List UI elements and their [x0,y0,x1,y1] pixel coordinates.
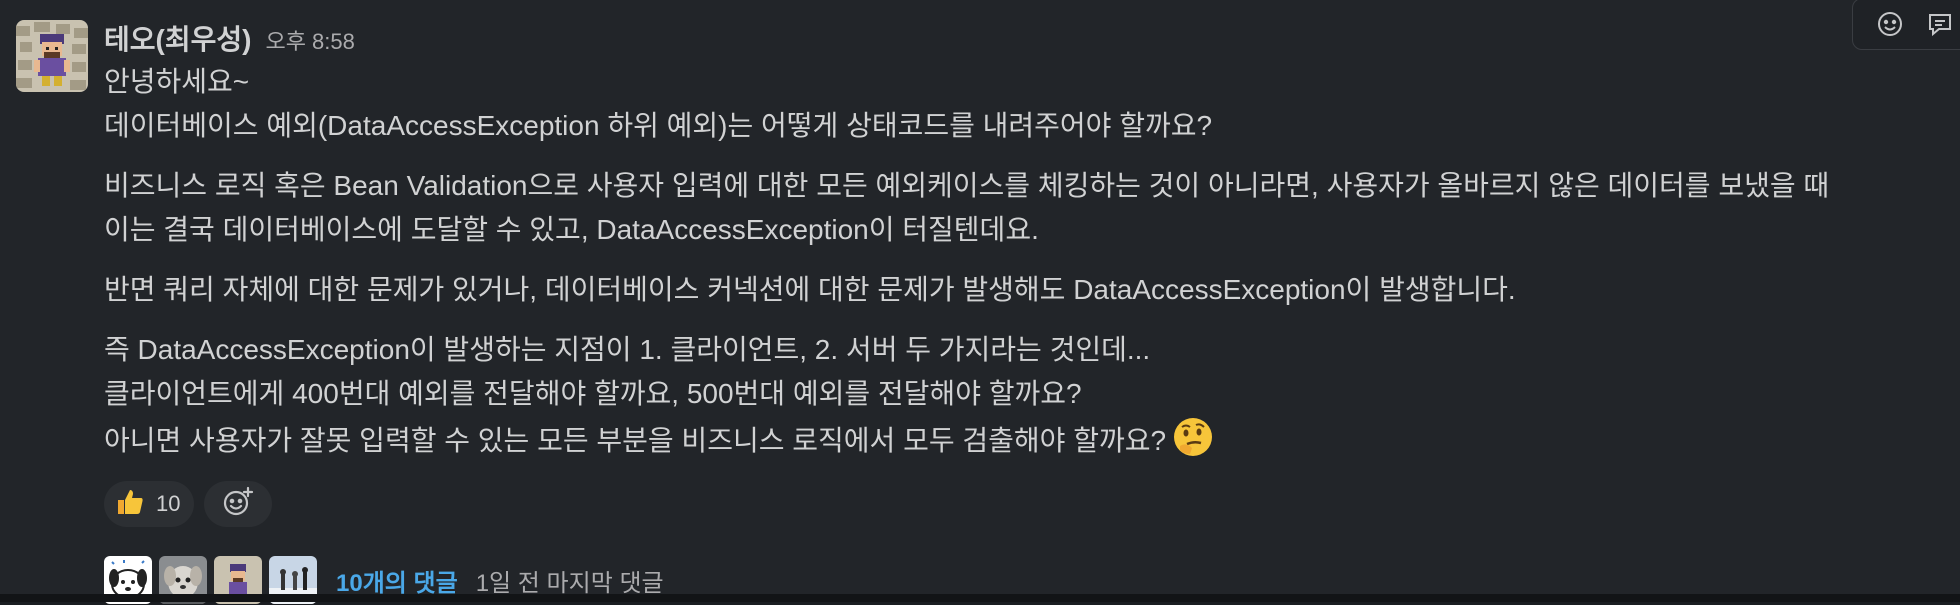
message-line-text: 아니면 사용자가 잘못 입력할 수 있는 모든 부분을 비즈니스 로직에서 모두… [104,425,1167,456]
message-header: 테오(최우성) 오후 8:58 [104,18,1944,60]
add-reaction-button[interactable] [204,481,273,527]
message-line-last: 아니면 사용자가 잘못 입력할 수 있는 모든 부분을 비즈니스 로직에서 모두… [104,416,1944,471]
add-reaction-icon[interactable] [1875,9,1905,44]
avatar[interactable] [16,20,88,92]
thread-replies-link[interactable]: 10개의 댓글 [336,563,458,598]
message-line: 반면 쿼리 자체에 대한 문제가 있거나, 데이터베이스 커넥션에 대한 문제가… [104,274,1516,305]
reaction-thumbs-up[interactable]: 10 [104,481,195,527]
message-actions-toolbar [1852,0,1960,50]
message[interactable]: 테오(최우성) 오후 8:58 안녕하세요~ 데이터베이스 예외(DataAcc… [0,0,1960,604]
timestamp[interactable]: 오후 8:58 [265,24,354,56]
message-content: 테오(최우성) 오후 8:58 안녕하세요~ 데이터베이스 예외(DataAcc… [104,18,1944,605]
message-line: 즉 DataAccessException이 발생하는 지점이 1. 클라이언트… [104,334,1151,365]
reactions-bar: 10 [104,481,1944,527]
reply-in-thread-icon[interactable] [1925,9,1955,44]
author-name[interactable]: 테오(최우성) [104,18,251,58]
reaction-count: 10 [156,491,181,516]
add-emoji-icon [221,485,255,524]
message-line: 데이터베이스 예외(DataAccessException 하위 예외)는 어떻… [104,110,1213,141]
thumbs-up-icon [114,486,146,523]
message-line: 이는 결국 데이터베이스에 도달할 수 있고, DataAccessExcept… [104,214,1039,245]
message-line: 클라이언트에게 400번대 예외를 전달해야 할까요, 500번대 예외를 전달… [104,378,1082,409]
thread-last-reply: 1일 전 마지막 댓글 [475,569,664,597]
message-line: 비즈니스 로직 혹은 Bean Validation으로 사용자 입력에 대한 … [104,170,1830,201]
bottom-divider [0,594,1960,602]
thinking-face-icon [1172,416,1214,471]
message-line: 안녕하세요~ [104,66,250,97]
pixel-character-avatar-icon [16,20,88,92]
